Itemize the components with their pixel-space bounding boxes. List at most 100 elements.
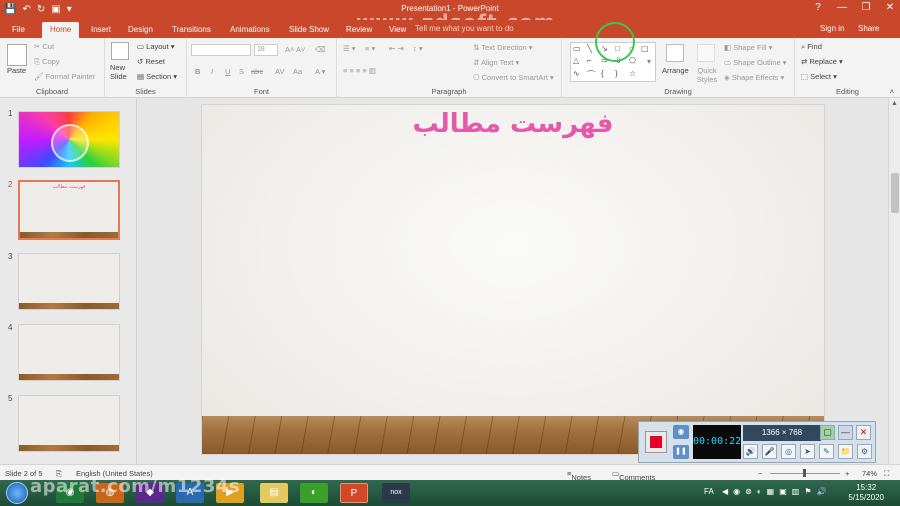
tab-insert[interactable]: Insert [83, 22, 119, 38]
textbox-shape-icon[interactable]: ▭ [573, 44, 581, 53]
tab-transitions[interactable]: Transitions [164, 22, 219, 38]
folder-icon[interactable]: 📁 [838, 444, 853, 459]
strikethrough-button[interactable]: abc [251, 67, 263, 76]
collapse-ribbon-icon[interactable]: ˄ [890, 87, 894, 96]
arc-shape-icon[interactable]: ⌒ [587, 69, 595, 80]
line-shape-icon[interactable]: ╲ [587, 44, 592, 53]
region-icon[interactable]: ▢ [820, 425, 835, 440]
bullets-icon[interactable]: ☰ ▾ [343, 44, 356, 53]
quick-styles-button[interactable]: Quick Styles [693, 66, 721, 84]
tab-view[interactable]: View [381, 22, 414, 38]
scroll-up-icon[interactable]: ▲ [891, 100, 898, 107]
cut-button[interactable]: ✂ Cut [34, 42, 54, 51]
slide-thumbnail-5[interactable] [18, 395, 120, 452]
share-button[interactable]: Share [858, 24, 879, 33]
shape-fill-button[interactable]: ◧ Shape Fill ▾ [724, 43, 772, 52]
align-text-button[interactable]: ⇵ Align Text ▾ [473, 58, 519, 67]
record-stop-button[interactable] [645, 431, 667, 453]
italic-button[interactable]: I [211, 67, 213, 76]
ribbon-options-button[interactable]: ? [812, 2, 824, 13]
recorder-close-icon[interactable]: ✕ [856, 425, 871, 440]
microphone-icon[interactable]: 🎤 [762, 444, 777, 459]
current-slide[interactable]: فهرست مطالب [201, 104, 825, 455]
recorder-minimize-icon[interactable]: — [838, 425, 853, 440]
font-size-select[interactable]: 18 [254, 44, 278, 56]
camera-icon[interactable]: ◉ [673, 425, 689, 439]
grow-font-icon[interactable]: A˄ A˅ [285, 45, 305, 54]
tab-animations[interactable]: Animations [222, 22, 278, 38]
maximize-button[interactable]: ❐ [860, 2, 872, 13]
cursor-icon[interactable]: ➤ [800, 444, 815, 459]
arrange-icon[interactable] [666, 44, 684, 62]
new-slide-icon[interactable] [111, 42, 129, 60]
curve-shape-icon[interactable]: ∿ [573, 69, 580, 78]
sign-in-link[interactable]: Sign in [820, 24, 844, 33]
comments-button[interactable]: ▭ Comments [612, 469, 655, 482]
shape-effects-button[interactable]: ◈ Shape Effects ▾ [724, 73, 784, 82]
clear-format-icon[interactable]: ⌫ [315, 45, 326, 54]
indent-icons[interactable]: ⇤ ⇥ [389, 44, 404, 53]
notes-button[interactable]: ≡ Notes [567, 469, 591, 482]
copy-button[interactable]: ⎘ Copy [34, 57, 60, 67]
close-button[interactable]: ✕ [884, 2, 896, 13]
tab-file[interactable]: File [4, 22, 33, 38]
fit-slide-icon[interactable]: ⛶ [884, 469, 889, 479]
tab-home[interactable]: Home [42, 22, 80, 38]
paste-button[interactable]: Paste [7, 66, 26, 75]
convert-smartart-button[interactable]: ⎔ Convert to SmartArt ▾ [473, 73, 554, 82]
zoom-in-icon[interactable]: + [845, 469, 849, 478]
tab-design[interactable]: Design [120, 22, 161, 38]
bold-button[interactable]: B [195, 67, 200, 76]
triangle-shape-icon[interactable]: △ [573, 56, 579, 65]
zoom-out-icon[interactable]: − [758, 469, 762, 478]
numbering-icon[interactable]: ≡ ▾ [365, 44, 375, 53]
minimize-button[interactable]: — [836, 2, 848, 13]
quick-styles-icon[interactable] [697, 44, 715, 62]
browser-globe-icon[interactable]: ◐ [300, 483, 328, 503]
replace-button[interactable]: ⇄ Replace ▾ [801, 57, 843, 66]
slide-thumbnail-2[interactable]: فهرست مطالب [18, 180, 120, 240]
select-button[interactable]: ⬚ Select ▾ [801, 72, 837, 81]
settings-icon[interactable]: ⚙ [857, 444, 872, 459]
slide-title[interactable]: فهرست مطالب [202, 109, 824, 139]
tab-slide-show[interactable]: Slide Show [281, 22, 337, 38]
speaker-icon[interactable]: 🔊 [743, 444, 758, 459]
reset-button[interactable]: ↺ Reset [137, 57, 165, 66]
rounded-rect-shape-icon[interactable]: ▢ [641, 44, 649, 53]
change-case-icon[interactable]: Aa [293, 67, 302, 76]
align-icons[interactable]: ≡ ≡ ≡ ≡ ▥ [343, 66, 376, 75]
brace-shape-icon[interactable]: { [601, 69, 604, 78]
slide-thumbnail-1[interactable] [18, 111, 120, 168]
arrange-button[interactable]: Arrange [662, 66, 689, 75]
slide-thumbnail-3[interactable] [18, 253, 120, 310]
font-color-icon[interactable]: A ▾ [315, 67, 325, 76]
system-clock[interactable]: 15:32 5/15/2020 [848, 483, 884, 503]
webcam-icon[interactable]: ◎ [781, 444, 796, 459]
gallery-more-icon[interactable]: ▾ [647, 57, 651, 66]
brace-right-shape-icon[interactable]: } [615, 69, 618, 78]
input-language[interactable]: FA [704, 487, 714, 496]
format-painter-button[interactable]: 🖌 Format Painter [34, 72, 95, 81]
find-button[interactable]: ⌕ Find [801, 42, 822, 52]
underline-button[interactable]: U [225, 67, 230, 76]
char-spacing-icon[interactable]: AV [275, 67, 284, 76]
line-spacing-icon[interactable]: ↕ ▾ [413, 44, 423, 53]
star-shape-icon[interactable]: ☆ [629, 69, 636, 78]
zoom-slider-handle[interactable] [803, 469, 806, 477]
section-button[interactable]: ▤ Section ▾ [137, 72, 177, 81]
text-direction-button[interactable]: ⇅ Text Direction ▾ [473, 43, 533, 52]
vertical-scrollbar[interactable]: ▲ [888, 98, 900, 464]
font-family-select[interactable] [191, 44, 251, 56]
elbow-shape-icon[interactable]: ⌐ [587, 56, 592, 65]
scroll-thumb[interactable] [891, 173, 899, 213]
paste-icon[interactable] [7, 44, 27, 66]
shape-outline-button[interactable]: ▭ Shape Outline ▾ [724, 58, 787, 67]
nox-icon[interactable]: nox [382, 483, 410, 503]
tab-review[interactable]: Review [338, 22, 380, 38]
file-explorer-icon[interactable]: ▤ [260, 483, 288, 503]
start-button[interactable] [6, 482, 28, 504]
layout-button[interactable]: ▭ Layout ▾ [137, 42, 175, 51]
tell-me-box[interactable]: Tell me what you want to do [415, 24, 514, 33]
zoom-level[interactable]: 74% [862, 469, 877, 478]
pen-icon[interactable]: ✎ [819, 444, 834, 459]
